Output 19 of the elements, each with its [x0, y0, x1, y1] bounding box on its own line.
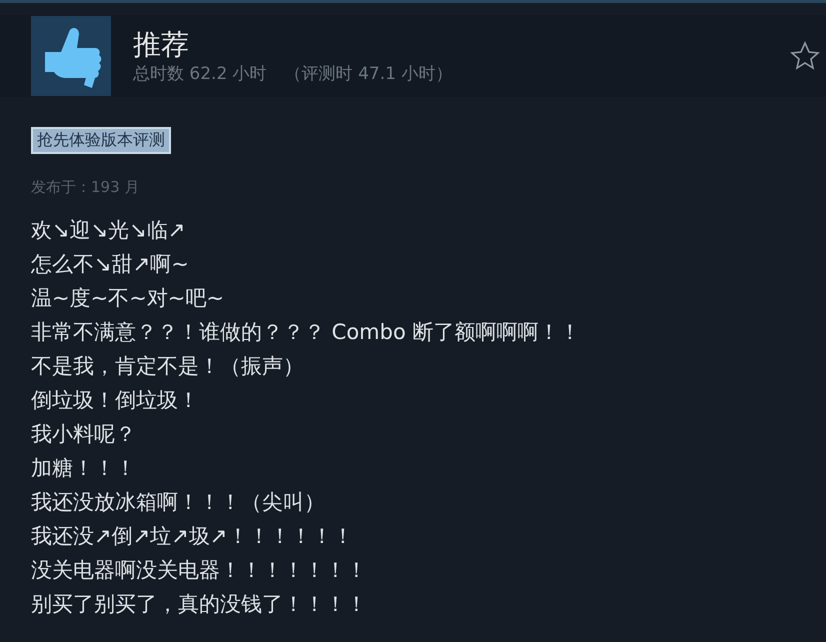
review-line: 不是我，肯定不是！（振声） [31, 353, 305, 380]
playtime-total: 总时数 62.2 小时 [133, 62, 267, 84]
review-line: 倒垃圾！倒垃圾！ [31, 387, 200, 414]
review-line: 非常不满意？？！谁做的？？？ Combo 断了额啊啊啊！！ [31, 319, 582, 346]
review-line: 我还没↗倒↗垃↗圾↗！！！！！！ [31, 523, 354, 550]
review-line: 别买了别买了，真的没钱了！！！！ [31, 591, 368, 618]
review-line: 加糖！！！ [31, 455, 137, 482]
early-access-badge: 抢先体验版本评测 [31, 127, 171, 154]
playtime-at-review: （评测时 47.1 小时） [284, 62, 452, 84]
review-line: 怎么不↘甜↗啊~ [31, 251, 190, 278]
review-line: 我还没放冰箱啊！！！（尖叫） [31, 489, 326, 516]
review-line: 我小料呢？ [31, 421, 137, 448]
star-icon[interactable] [790, 41, 820, 71]
review-verdict: 推荐 [133, 28, 190, 62]
posted-date: 发布于：193 月 [31, 178, 140, 197]
thumbs-up-icon [31, 16, 111, 96]
review-line: 欢↘迎↘光↘临↗ [31, 217, 186, 244]
review-line: 没关电器啊没关电器！！！！！！！ [31, 557, 368, 584]
review-line: 温~度~不~对~吧~ [31, 285, 225, 312]
